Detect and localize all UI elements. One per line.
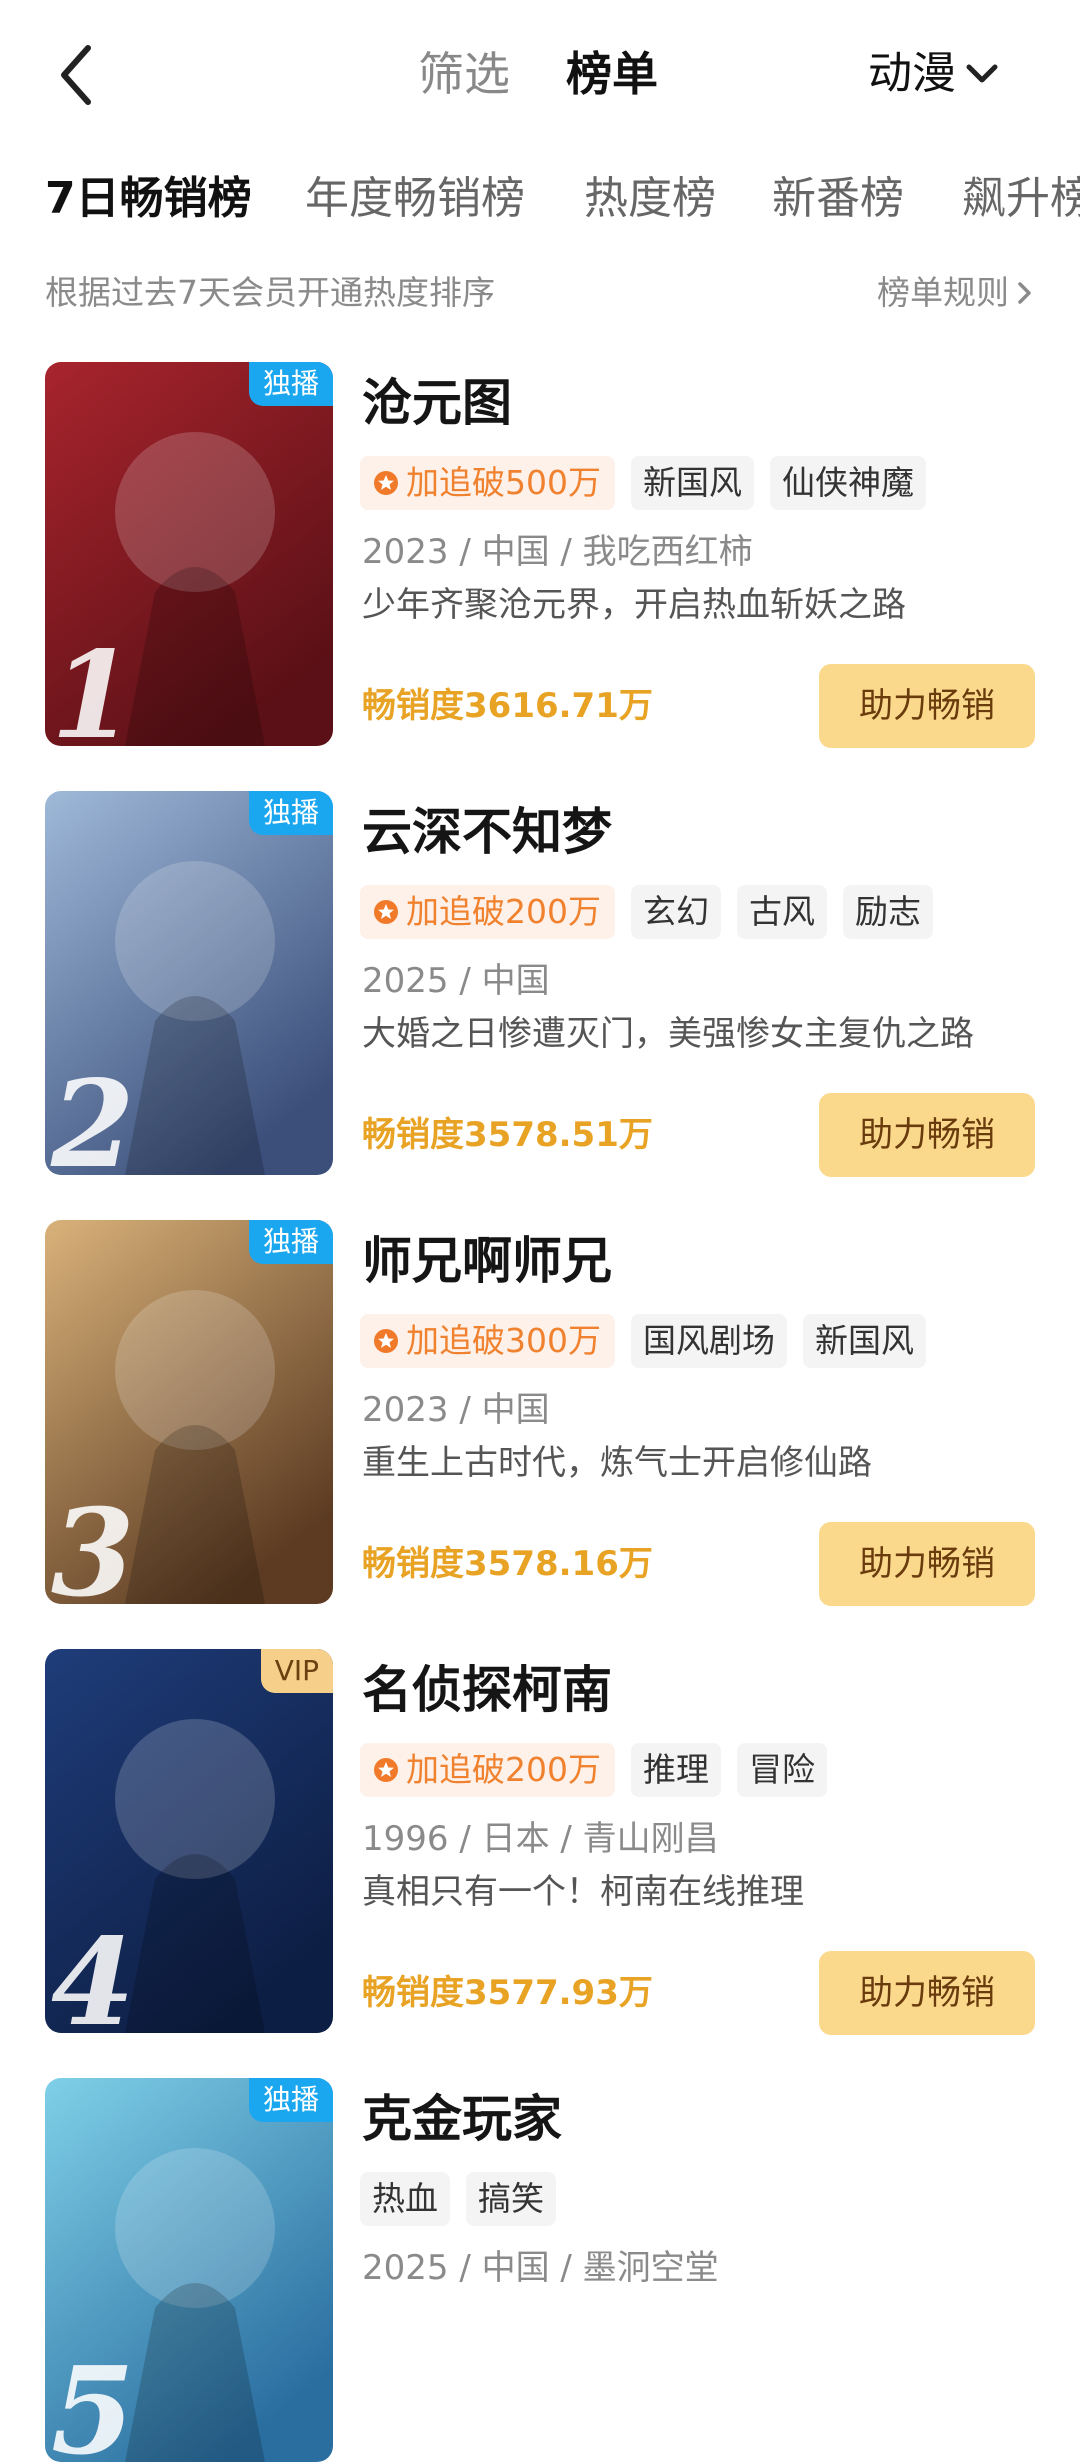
ranking-description: 根据过去7天会员开通热度排序	[45, 273, 495, 312]
show-title[interactable]: 云深不知梦	[362, 799, 612, 865]
genre-tag: 冒险	[737, 1743, 827, 1797]
chevron-down-icon	[966, 64, 998, 83]
show-meta: 1996 / 日本 / 青山刚昌	[362, 1819, 719, 1859]
list-item[interactable]: VIP 4 名侦探柯南加追破200万 推理 冒险 1996 / 日本 / 青山刚昌真相只有…	[0, 1649, 1080, 2035]
tag-list: 热血 搞笑	[360, 2172, 556, 2226]
subtab-annual[interactable]: 年度畅销榜	[305, 168, 525, 230]
poster-badge: 独播	[248, 362, 333, 406]
sales-score: 畅销度3577.93万	[362, 1973, 653, 2013]
hot-tag-label: 加追破500万	[406, 463, 601, 502]
rank-number: 2	[51, 1054, 135, 1176]
hot-tag: 加追破500万	[360, 456, 615, 510]
show-meta: 2023 / 中国 / 我吃西红柿	[362, 532, 753, 572]
hot-tag-label: 加追破300万	[406, 1321, 601, 1360]
show-summary: 重生上古时代，炼气士开启修仙路	[362, 1443, 872, 1483]
rank-number: 3	[51, 1483, 135, 1605]
boost-sales-button[interactable]: 助力畅销	[819, 1093, 1035, 1177]
genre-tag: 推理	[631, 1743, 721, 1797]
poster-image[interactable]: VIP 4	[45, 1649, 333, 2033]
subtab-popularity[interactable]: 热度榜	[584, 168, 716, 230]
list-item[interactable]: 独播 5 克金玩家热血 搞笑 2025 / 中国 / 墨泂空堂	[0, 2078, 1080, 2464]
genre-tag: 搞笑	[466, 2172, 556, 2226]
boost-sales-button[interactable]: 助力畅销	[819, 664, 1035, 748]
poster-badge: 独播	[248, 1220, 333, 1264]
list-item[interactable]: 独播 3 师兄啊师兄加追破300万 国风剧场 新国风 2023 / 中国重生上古时代，炼气…	[0, 1220, 1080, 1606]
show-title[interactable]: 克金玩家	[362, 2086, 562, 2152]
ranking-rules-link[interactable]: 榜单规则	[877, 268, 1035, 318]
show-title[interactable]: 师兄啊师兄	[362, 1228, 612, 1294]
hot-tag: 加追破300万	[360, 1314, 615, 1368]
poster-image[interactable]: 独播 5	[45, 2078, 333, 2462]
poster-badge: VIP	[260, 1649, 333, 1693]
category-dropdown[interactable]: 动漫	[868, 44, 1000, 104]
show-summary: 大婚之日惨遭灭门，美强惨女主复仇之路	[362, 1014, 974, 1054]
genre-tag: 古风	[737, 885, 827, 939]
list-item[interactable]: 独播 1 沧元图加追破500万 新国风 仙侠神魔 2023 / 中国 / 我吃西红柿少年齐…	[0, 362, 1080, 748]
show-meta: 2025 / 中国 / 墨泂空堂	[362, 2248, 719, 2288]
chevron-right-icon	[1018, 282, 1031, 304]
tag-list: 加追破200万 推理 冒险	[360, 1743, 827, 1797]
star-badge-icon	[374, 1758, 398, 1782]
boost-sales-button[interactable]: 助力畅销	[819, 1951, 1035, 2035]
ranking-subtabs: 7日畅销榜 年度畅销榜 热度榜 新番榜 飙升榜	[0, 168, 1080, 232]
genre-tag: 新国风	[631, 456, 754, 510]
genre-tag: 热血	[360, 2172, 450, 2226]
poster-image[interactable]: 独播 2	[45, 791, 333, 1175]
ranking-description-row: 根据过去7天会员开通热度排序 榜单规则	[45, 268, 1035, 318]
rank-number: 5	[51, 2341, 135, 2463]
show-meta: 2025 / 中国	[362, 961, 550, 1001]
show-meta: 2023 / 中国	[362, 1390, 550, 1430]
sales-score: 畅销度3616.71万	[362, 686, 653, 726]
genre-tag: 励志	[843, 885, 933, 939]
star-badge-icon	[374, 900, 398, 924]
tag-list: 加追破200万 玄幻 古风 励志	[360, 885, 933, 939]
top-bar: 筛选 榜单 动漫	[0, 0, 1080, 140]
sales-score: 畅销度3578.51万	[362, 1115, 653, 1155]
genre-tag: 玄幻	[631, 885, 721, 939]
show-summary: 真相只有一个！柯南在线推理	[362, 1872, 804, 1912]
hot-tag: 加追破200万	[360, 885, 615, 939]
subtab-new[interactable]: 新番榜	[772, 168, 904, 230]
back-button[interactable]	[52, 40, 112, 110]
genre-tag: 仙侠神魔	[770, 456, 926, 510]
genre-tag: 新国风	[803, 1314, 926, 1368]
rank-number: 1	[51, 625, 135, 747]
rank-number: 4	[51, 1912, 135, 2034]
show-title[interactable]: 名侦探柯南	[362, 1657, 612, 1723]
show-title[interactable]: 沧元图	[362, 370, 512, 436]
list-item[interactable]: 独播 2 云深不知梦加追破200万 玄幻 古风 励志 2025 / 中国大婚之日惨遭灭门，美…	[0, 791, 1080, 1177]
tab-filter[interactable]: 筛选	[418, 44, 510, 104]
poster-image[interactable]: 独播 1	[45, 362, 333, 746]
back-arrow-icon	[61, 45, 91, 105]
subtab-7day[interactable]: 7日畅销榜	[45, 168, 252, 230]
genre-tag: 国风剧场	[631, 1314, 787, 1368]
category-label: 动漫	[868, 48, 956, 99]
tag-list: 加追破300万 国风剧场 新国风	[360, 1314, 926, 1368]
tab-ranking[interactable]: 榜单	[566, 44, 658, 104]
poster-badge: 独播	[248, 2078, 333, 2122]
poster-image[interactable]: 独播 3	[45, 1220, 333, 1604]
sales-score: 畅销度3578.16万	[362, 1544, 653, 1584]
hot-tag-label: 加追破200万	[406, 892, 601, 931]
hot-tag-label: 加追破200万	[406, 1750, 601, 1789]
rules-label: 榜单规则	[877, 273, 1009, 312]
tag-list: 加追破500万 新国风 仙侠神魔	[360, 456, 926, 510]
hot-tag: 加追破200万	[360, 1743, 615, 1797]
boost-sales-button[interactable]: 助力畅销	[819, 1522, 1035, 1606]
star-badge-icon	[374, 471, 398, 495]
star-badge-icon	[374, 1329, 398, 1353]
show-summary: 少年齐聚沧元界，开启热血斩妖之路	[362, 585, 906, 625]
subtab-rising[interactable]: 飙升榜	[962, 168, 1080, 230]
poster-badge: 独播	[248, 791, 333, 835]
